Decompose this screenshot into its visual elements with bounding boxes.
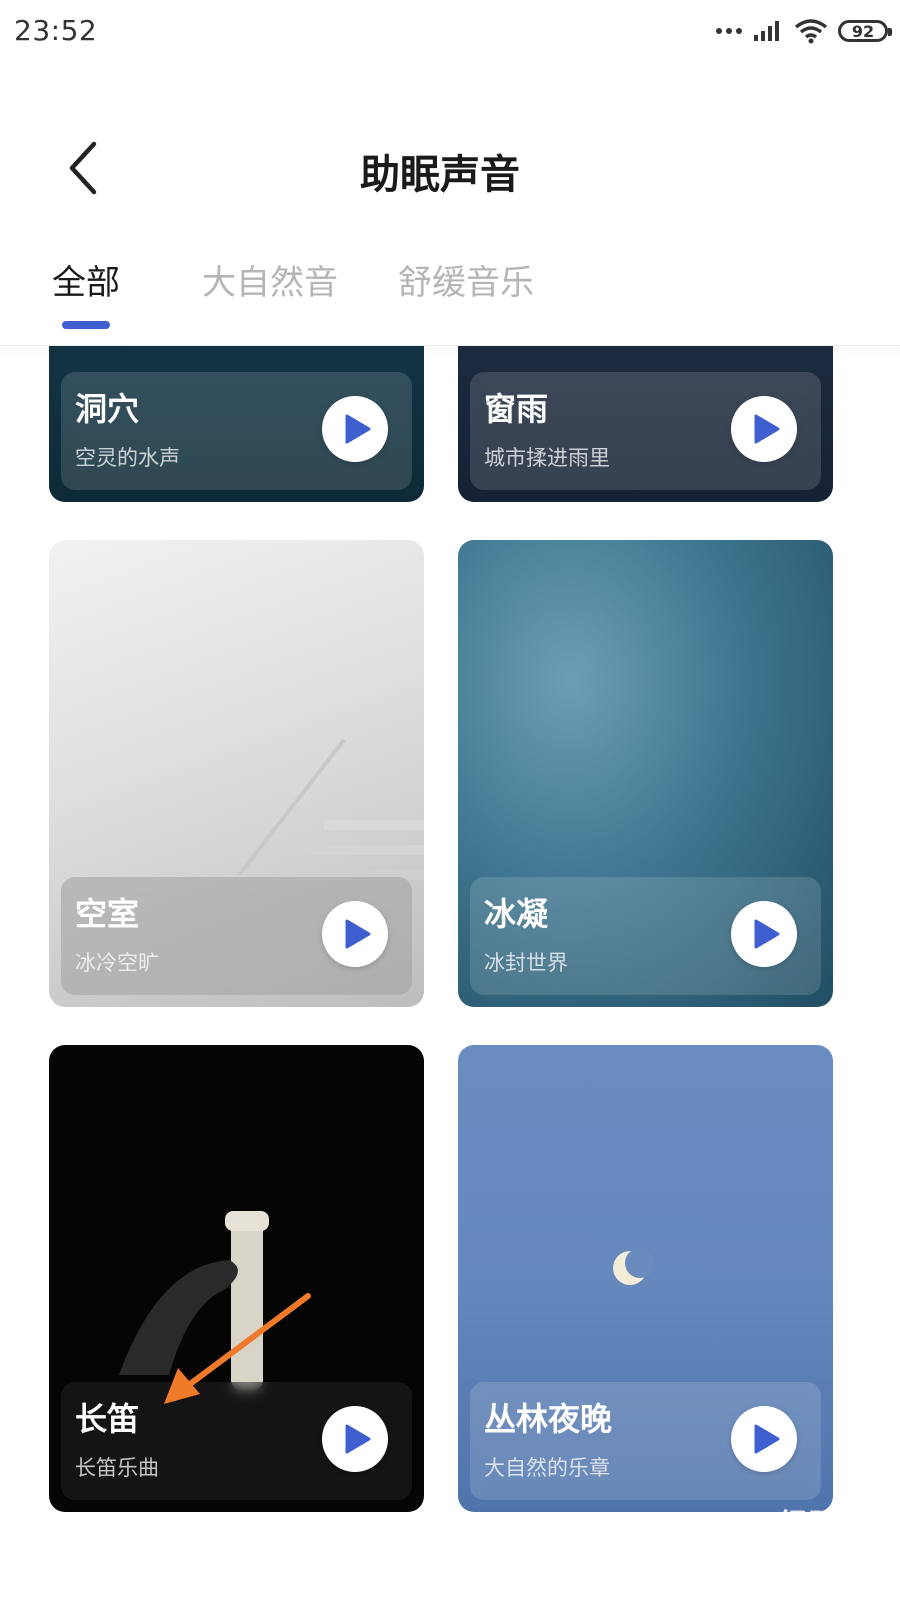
play-icon	[754, 919, 779, 949]
card-subtitle: 城市揉进雨里	[484, 446, 610, 470]
card-title: 空室	[75, 895, 140, 933]
play-icon	[754, 414, 779, 444]
play-icon	[345, 1424, 370, 1454]
annotation-arrow-icon	[164, 1293, 311, 1404]
card-subtitle: 大自然的乐章	[484, 1456, 610, 1480]
sound-grid: 洞穴 空灵的水声 窗雨 城市揉进雨里 空室 冰冷空旷 冰凝 冰封世界 长笛 长笛…	[0, 345, 900, 1600]
card-subtitle: 长笛乐曲	[75, 1456, 159, 1480]
signal-icon	[754, 21, 779, 41]
card-title: 窗雨	[484, 390, 549, 428]
tab-nature-sounds[interactable]: 大自然音	[202, 255, 338, 304]
play-icon	[754, 1424, 779, 1454]
more-dots-icon	[716, 28, 742, 34]
play-button[interactable]	[322, 1406, 388, 1472]
card-subtitle: 冰冷空旷	[75, 951, 159, 975]
tab-soothing-music[interactable]: 舒缓音乐	[398, 255, 534, 304]
status-time: 23:52	[14, 14, 98, 47]
tab-bar: 全部 大自然音 舒缓音乐	[0, 245, 900, 346]
card-subtitle: 空灵的水声	[75, 446, 180, 470]
sound-card-window-rain[interactable]: 窗雨 城市揉进雨里	[458, 345, 833, 502]
page-title: 助眠声音	[360, 152, 520, 198]
card-title: 丛林夜晚	[484, 1400, 613, 1438]
battery-level: 92	[851, 21, 875, 41]
card-title: 长笛	[75, 1400, 140, 1438]
tab-active-indicator	[62, 321, 110, 329]
card-title: 冰凝	[484, 895, 549, 933]
status-bar: 23:52 92	[0, 0, 900, 64]
play-icon	[345, 919, 370, 949]
baidu-watermark: Bai 经验 jingyan.baidu.com	[710, 1500, 840, 1560]
play-button[interactable]	[322, 396, 388, 462]
play-icon	[345, 414, 370, 444]
sound-card-cave[interactable]: 洞穴 空灵的水声	[49, 345, 424, 502]
play-button[interactable]	[731, 396, 797, 462]
card-subtitle: 冰封世界	[484, 951, 568, 975]
sound-card-jungle-night[interactable]: 丛林夜晚 大自然的乐章	[458, 1045, 833, 1512]
play-button[interactable]	[731, 901, 797, 967]
battery-icon: 92	[838, 20, 892, 42]
watermark-sub: jingyan.baidu.com	[710, 1544, 840, 1560]
header: 助眠声音	[0, 110, 900, 230]
play-button[interactable]	[731, 1406, 797, 1472]
sound-card-empty-room[interactable]: 空室 冰冷空旷	[49, 540, 424, 1007]
tab-all[interactable]: 全部	[52, 255, 120, 304]
wifi-icon	[794, 19, 828, 44]
sound-card-flute[interactable]: 长笛 长笛乐曲	[49, 1045, 424, 1512]
sound-card-frozen[interactable]: 冰凝 冰封世界	[458, 540, 833, 1007]
status-icons: 92	[716, 14, 892, 48]
watermark-main: Bai 经验	[710, 1508, 840, 1543]
card-title: 洞穴	[75, 390, 140, 428]
play-button[interactable]	[322, 901, 388, 967]
